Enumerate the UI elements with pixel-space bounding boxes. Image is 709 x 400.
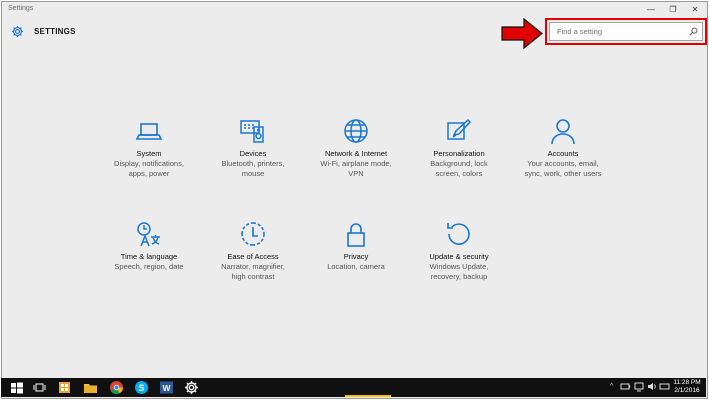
page-title: SETTINGS <box>34 27 76 36</box>
tray-chevron[interactable]: ^ <box>610 383 613 390</box>
tile-label: Time & language <box>120 252 178 261</box>
window-title: Settings <box>8 5 34 12</box>
maximize-button[interactable]: ❐ <box>665 4 681 16</box>
close-button[interactable]: ✕ <box>687 4 703 16</box>
lock-icon <box>347 223 365 247</box>
tile-time-language[interactable]: Time & language Speech, region, date <box>99 220 199 272</box>
title-bar: Settings — ❐ ✕ <box>2 2 707 19</box>
laptop-icon <box>135 123 163 140</box>
update-icon <box>447 223 470 245</box>
tile-update-security[interactable]: Update & security Windows Update, recove… <box>409 220 509 282</box>
tile-description: Windows Update, <box>429 262 489 271</box>
tile-description: recovery, backup <box>430 272 488 281</box>
tile-description: high contrast <box>231 272 275 281</box>
tile-privacy[interactable]: Privacy Location, camera <box>306 220 406 272</box>
yellow-marker-bar <box>345 395 391 397</box>
settings-window: Settings — ❐ ✕ SETTINGS Find a setting S… <box>1 1 708 399</box>
tile-description: Speech, region, date <box>114 262 184 271</box>
tile-description: apps, power <box>128 169 170 178</box>
windows-start-icon[interactable] <box>9 380 24 395</box>
clock[interactable]: 11:28 PM 2/1/2016 <box>669 379 705 395</box>
tile-accounts[interactable]: Accounts Your accounts, email, sync, wor… <box>513 117 613 179</box>
clock-time: 11:28 PM <box>673 379 701 386</box>
network-icon[interactable] <box>634 381 645 392</box>
tile-label: Privacy <box>343 252 369 261</box>
tile-description: Bluetooth, printers, <box>221 159 285 168</box>
svg-text:S: S <box>138 383 144 393</box>
person-icon <box>551 119 575 145</box>
search-highlight-box <box>545 18 707 45</box>
store-app-icon[interactable] <box>57 380 72 395</box>
paint-icon <box>447 118 472 140</box>
ease-of-access-icon <box>241 222 265 246</box>
devices-icon <box>240 120 264 143</box>
tile-description: VPN <box>348 169 364 178</box>
tile-description: Location, camera <box>327 262 385 271</box>
skype-icon[interactable]: S <box>134 380 149 395</box>
tile-network[interactable]: Network & Internet Wi-Fi, airplane mode,… <box>306 117 406 179</box>
tile-label: Update & security <box>429 252 489 261</box>
minimize-button[interactable]: — <box>643 4 659 16</box>
tile-personalization[interactable]: Personalization Background, lock screen,… <box>409 117 509 179</box>
file-explorer-icon[interactable] <box>83 380 98 395</box>
tile-description: Background, lock <box>430 159 488 168</box>
tile-description: Wi-Fi, airplane mode, <box>320 159 392 168</box>
settings-gear-icon[interactable] <box>184 380 199 395</box>
task-view-icon[interactable] <box>32 380 47 395</box>
tile-label: Accounts <box>547 149 579 158</box>
tile-label: Network & Internet <box>324 149 388 158</box>
svg-text:W: W <box>162 383 171 393</box>
tile-label: Personalization <box>433 149 485 158</box>
tile-ease-of-access[interactable]: Ease of Access Narrator, magnifier, high… <box>203 220 303 282</box>
tile-description: mouse <box>241 169 265 178</box>
gear-icon <box>11 25 24 38</box>
word-icon[interactable]: W <box>159 380 174 395</box>
tile-label: Devices <box>239 149 267 158</box>
volume-icon[interactable] <box>647 381 658 392</box>
tile-devices[interactable]: Devices Bluetooth, printers, mouse <box>203 117 303 179</box>
tile-description: sync, work, other users <box>524 169 602 178</box>
battery-icon[interactable] <box>620 381 631 392</box>
tile-description: Display, notifications, <box>114 159 184 168</box>
globe-icon <box>344 119 368 143</box>
tile-label: Ease of Access <box>227 252 279 261</box>
tile-system[interactable]: System Display, notifications, apps, pow… <box>99 117 199 179</box>
tile-description: Narrator, magnifier, <box>221 262 285 271</box>
time-language-icon <box>137 222 160 247</box>
tile-description: Your accounts, email, <box>527 159 599 168</box>
tile-description: screen, colors <box>435 169 483 178</box>
chrome-icon[interactable] <box>109 380 124 395</box>
red-arrow-annotation <box>501 17 543 50</box>
tile-label: System <box>136 149 162 158</box>
clock-date: 2/1/2016 <box>674 387 700 394</box>
